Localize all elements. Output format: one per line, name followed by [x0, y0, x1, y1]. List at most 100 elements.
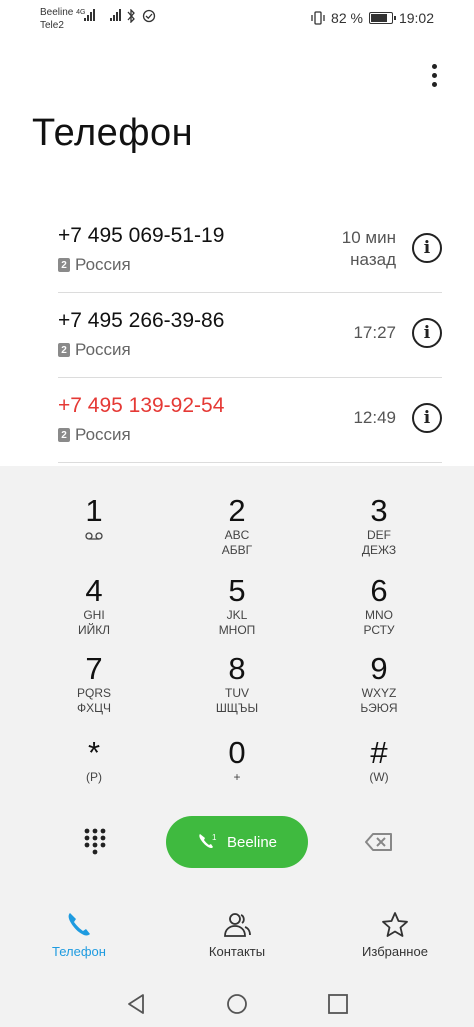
call-log-row[interactable]: +7 495 266-39-86 2 Россия 17:27 i: [58, 293, 442, 378]
call-info-icon[interactable]: i: [412, 403, 442, 433]
key-letters-latin: DEF: [367, 528, 391, 542]
key-letters-cyrillic: ИЙКЛ: [77, 623, 111, 637]
bottom-nav: Телефон Контакты Избранное: [0, 910, 474, 970]
call-location: Россия: [75, 255, 131, 274]
call-button-label: Beeline: [226, 833, 278, 851]
call-time: 10 мин назад: [341, 228, 396, 269]
phone-icon: [68, 913, 90, 936]
key-digit: 4: [85, 573, 103, 608]
dial-key-6[interactable]: 6 MNO РСТУ: [314, 574, 444, 654]
dial-key-8[interactable]: 8 TUV ШЩЪЫ: [172, 652, 302, 732]
key-letters-cyrillic: ШЩЪЫ: [215, 701, 259, 715]
key-letters-cyrillic: ФХЦЧ: [76, 701, 111, 715]
vibrate-icon: [311, 11, 325, 25]
key-digit: 1: [85, 493, 103, 528]
dial-key-4[interactable]: 4 GHI ИЙКЛ: [29, 574, 159, 654]
call-info-icon[interactable]: i: [412, 318, 442, 348]
carrier-info: Beeline 4G Tele2: [40, 6, 85, 32]
dial-key-5[interactable]: 5 JKL МНОП: [172, 574, 302, 654]
key-digit: 6: [370, 573, 388, 608]
battery-icon: [368, 12, 396, 24]
key-digit: 5: [228, 573, 246, 608]
sim-badge-icon: 2: [58, 258, 70, 272]
key-letters-latin: WXYZ: [361, 686, 397, 700]
nav-contacts[interactable]: Контакты: [182, 910, 292, 959]
home-icon[interactable]: [225, 992, 249, 1016]
call-time: 12:49: [353, 408, 396, 427]
phone-sim-icon: 1: [199, 833, 217, 849]
key-digit: 9: [370, 651, 388, 686]
contacts-icon: [224, 913, 251, 937]
call-button-sim: 1: [212, 833, 217, 842]
nav-favorites-label: Избранное: [362, 944, 428, 959]
dial-key-0[interactable]: 0 +: [172, 736, 302, 816]
call-time: 17:27: [353, 323, 396, 342]
key-letters-latin: PQRS: [76, 686, 111, 700]
nav-phone-label: Телефон: [52, 944, 106, 959]
dial-key-9[interactable]: 9 WXYZ ЬЭЮЯ: [314, 652, 444, 732]
key-letters-latin: +: [233, 770, 241, 784]
star-icon: [382, 912, 408, 937]
key-digit: 8: [228, 651, 246, 686]
call-log-row[interactable]: +7 495 139-92-54 2 Россия 12:49 i: [58, 378, 442, 463]
sim-badge-icon: 2: [58, 428, 70, 442]
key-letters-cyrillic: РСТУ: [363, 623, 395, 637]
key-letters-latin: (W): [369, 770, 389, 784]
backspace-icon[interactable]: [364, 832, 394, 852]
more-dot: [431, 81, 437, 87]
dialpad-toggle-icon[interactable]: [80, 826, 110, 856]
key-digit: 0: [228, 735, 246, 770]
nav-contacts-label: Контакты: [208, 944, 266, 959]
key-digit: 7: [85, 651, 103, 686]
signal-icon: [84, 9, 95, 21]
dial-key-7[interactable]: 7 PQRS ФХЦЧ: [29, 652, 159, 732]
dial-key-hash[interactable]: # (W): [314, 736, 444, 816]
call-location: Россия: [75, 425, 131, 444]
nav-phone[interactable]: Телефон: [24, 910, 134, 959]
dial-key-1[interactable]: 1: [29, 494, 159, 574]
system-nav: [0, 984, 474, 1024]
dial-key-star[interactable]: * (P): [29, 736, 159, 816]
more-dot: [431, 72, 437, 78]
more-dot: [431, 63, 437, 69]
key-digit: 2: [228, 493, 246, 528]
dialpad: 1 2 ABC АБВГ 3 DEF ДЕЖЗ 4 GHI ИЙКЛ 5 JKL МНОП 6 MNO РСТ…: [0, 466, 474, 1027]
more-options-button[interactable]: [420, 58, 448, 92]
key-letters-latin: GHI: [83, 608, 105, 622]
call-number: +7 495 069-51-19: [58, 224, 225, 247]
page-title: Телефон: [32, 112, 194, 154]
sim-badge-icon: 2: [58, 343, 70, 357]
dial-key-3[interactable]: 3 DEF ДЕЖЗ: [314, 494, 444, 574]
carrier1-label: Beeline: [40, 7, 74, 18]
key-digit: *: [87, 735, 101, 770]
key-letters-cyrillic: ЬЭЮЯ: [360, 701, 398, 715]
call-subtitle: 2 Россия: [58, 425, 131, 445]
key-letters-latin: MNO: [365, 608, 393, 622]
call-location: Россия: [75, 340, 131, 359]
nav-favorites[interactable]: Избранное: [340, 910, 450, 959]
battery-percent: 82 %: [331, 10, 363, 26]
key-letters-latin: ABC: [224, 528, 250, 542]
key-letters-latin: TUV: [225, 686, 249, 700]
call-log-row[interactable]: +7 495 069-51-19 2 Россия 10 мин назад i: [58, 208, 442, 293]
call-number: +7 495 266-39-86: [58, 309, 225, 332]
voicemail-icon: [85, 532, 103, 540]
call-subtitle: 2 Россия: [58, 255, 131, 275]
clock: 19:02: [398, 10, 434, 26]
key-letters-cyrillic: ДЕЖЗ: [361, 543, 397, 557]
call-log: +7 495 069-51-19 2 Россия 10 мин назад i +7 4…: [58, 208, 442, 463]
call-info-icon[interactable]: i: [412, 233, 442, 263]
call-subtitle: 2 Россия: [58, 340, 131, 360]
key-letters-cyrillic: АБВГ: [221, 543, 253, 557]
carrier2-label: Tele2: [40, 20, 64, 31]
call-button[interactable]: 1 Beeline: [166, 816, 308, 868]
bluetooth-icon: [127, 9, 135, 23]
call-number: +7 495 139-92-54: [58, 394, 225, 417]
sync-check-icon: [142, 9, 156, 23]
back-icon[interactable]: [124, 992, 148, 1016]
dial-key-2[interactable]: 2 ABC АБВГ: [172, 494, 302, 574]
key-digit: 3: [370, 493, 388, 528]
recents-icon[interactable]: [326, 992, 350, 1016]
key-digit: #: [370, 735, 388, 770]
key-letters-latin: JKL: [226, 608, 248, 622]
